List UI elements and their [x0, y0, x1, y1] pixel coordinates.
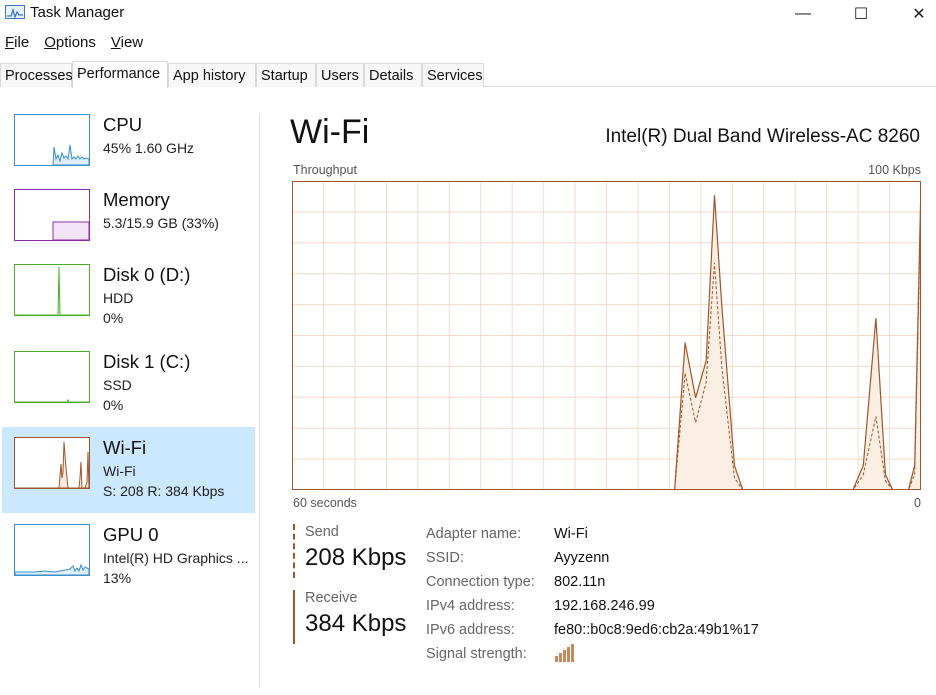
sidebar-item-title: Disk 1 (C:)	[103, 351, 191, 372]
sidebar-item-usage: 0%	[103, 397, 124, 413]
memory-thumbnail-graph	[14, 189, 90, 241]
gpu-thumbnail-graph	[14, 524, 90, 576]
sidebar-item-cpu[interactable]: CPU 45% 1.60 GHz	[2, 104, 255, 190]
tab-startup[interactable]: Startup	[256, 63, 316, 87]
sidebar-item-gpu-0[interactable]: GPU 0 Intel(R) HD Graphics ... 13%	[2, 514, 255, 600]
maximize-button[interactable]: ☐	[838, 0, 884, 28]
throughput-chart-svg	[292, 181, 922, 491]
receive-label: Receive	[305, 590, 358, 606]
sidebar-item-disk-0[interactable]: Disk 0 (D:) HDD 0%	[2, 254, 255, 340]
tab-details[interactable]: Details	[364, 63, 422, 87]
tab-app-history[interactable]: App history	[168, 63, 256, 87]
sidebar-item-detail: 45% 1.60 GHz	[103, 140, 195, 156]
sidebar-item-usage: 13%	[103, 570, 132, 586]
receive-metric: Receive 384 Kbps	[293, 590, 406, 644]
disk-1-thumbnail-graph	[14, 351, 90, 403]
info-key-ipv6: IPv6 address:	[426, 622, 515, 638]
chart-label-time-window: 60 seconds	[293, 496, 357, 510]
close-button[interactable]: ✕	[896, 0, 936, 28]
window-title: Task Manager	[30, 4, 125, 21]
sidebar-item-throughput: S: 208 R: 384 Kbps	[103, 483, 225, 499]
sidebar-item-disk-1[interactable]: Disk 1 (C:) SSD 0%	[2, 341, 255, 427]
sidebar-item-detail: Intel(R) HD Graphics ...	[103, 550, 249, 566]
minimize-icon: —	[795, 5, 811, 22]
send-value: 208 Kbps	[305, 544, 407, 571]
send-metric: Send 208 Kbps	[293, 524, 406, 578]
chart-label-throughput: Throughput	[293, 163, 357, 177]
info-key-ssid: SSID:	[426, 550, 464, 566]
sidebar-item-title: Disk 0 (D:)	[103, 264, 191, 285]
tab-users[interactable]: Users	[316, 63, 364, 87]
chart-label-max: 100 Kbps	[868, 163, 921, 177]
task-manager-icon	[5, 5, 25, 20]
menu-view[interactable]: View	[106, 32, 149, 54]
cpu-thumbnail-graph	[14, 114, 90, 166]
sidebar-item-title: Memory	[103, 189, 170, 210]
sidebar-item-detail: HDD	[103, 290, 134, 306]
sidebar-item-detail: 5.3/15.9 GB (33%)	[103, 215, 219, 231]
page-title: Wi-Fi	[290, 113, 370, 151]
send-label: Send	[305, 524, 339, 540]
maximize-icon: ☐	[853, 6, 869, 23]
menu-file[interactable]: File	[0, 32, 35, 54]
info-value-ipv6: fe80::b0c8:9ed6:cb2a:49b1%17	[554, 622, 759, 638]
menu-bar: File Options View	[0, 32, 936, 54]
sidebar-item-usage: 0%	[103, 310, 124, 326]
close-icon: ✕	[912, 6, 926, 23]
info-value-ipv4: 192.168.246.99	[554, 598, 655, 614]
info-value-adapter-name: Wi-Fi	[554, 526, 588, 542]
throughput-chart	[292, 181, 922, 491]
tab-performance[interactable]: Performance	[72, 61, 168, 88]
title-bar: Task Manager — ☐ ✕	[0, 0, 936, 28]
sidebar-item-detail: SSD	[103, 377, 132, 393]
panel-divider	[259, 114, 260, 688]
info-key-connection-type: Connection type:	[426, 574, 535, 590]
tab-bar: Processes Performance App history Startu…	[0, 61, 936, 88]
chart-label-min: 0	[914, 496, 921, 510]
info-value-connection-type: 802.11n	[554, 574, 606, 590]
adapter-title: Intel(R) Dual Band Wireless-AC 8260	[605, 126, 920, 147]
sidebar-item-detail: Wi-Fi	[103, 463, 136, 479]
sidebar-item-memory[interactable]: Memory 5.3/15.9 GB (33%)	[2, 179, 255, 265]
signal-strength-icon	[554, 642, 576, 666]
sidebar-item-wifi[interactable]: Wi-Fi Wi-Fi S: 208 R: 384 Kbps	[2, 427, 255, 513]
info-value-ssid: Ayyzenn	[554, 550, 610, 566]
disk-0-thumbnail-graph	[14, 264, 90, 316]
tab-services[interactable]: Services	[422, 63, 484, 87]
info-key-adapter-name: Adapter name:	[426, 526, 522, 542]
info-key-signal-strength: Signal strength:	[426, 646, 527, 662]
tab-processes[interactable]: Processes	[0, 63, 73, 87]
sidebar-item-title: Wi-Fi	[103, 437, 147, 458]
receive-value: 384 Kbps	[305, 610, 407, 637]
sidebar-item-title: CPU	[103, 114, 143, 135]
minimize-button[interactable]: —	[780, 0, 826, 28]
info-key-ipv4: IPv4 address:	[426, 598, 515, 614]
wifi-thumbnail-graph	[14, 437, 90, 489]
sidebar-item-title: GPU 0	[103, 524, 159, 545]
menu-options[interactable]: Options	[39, 32, 102, 54]
